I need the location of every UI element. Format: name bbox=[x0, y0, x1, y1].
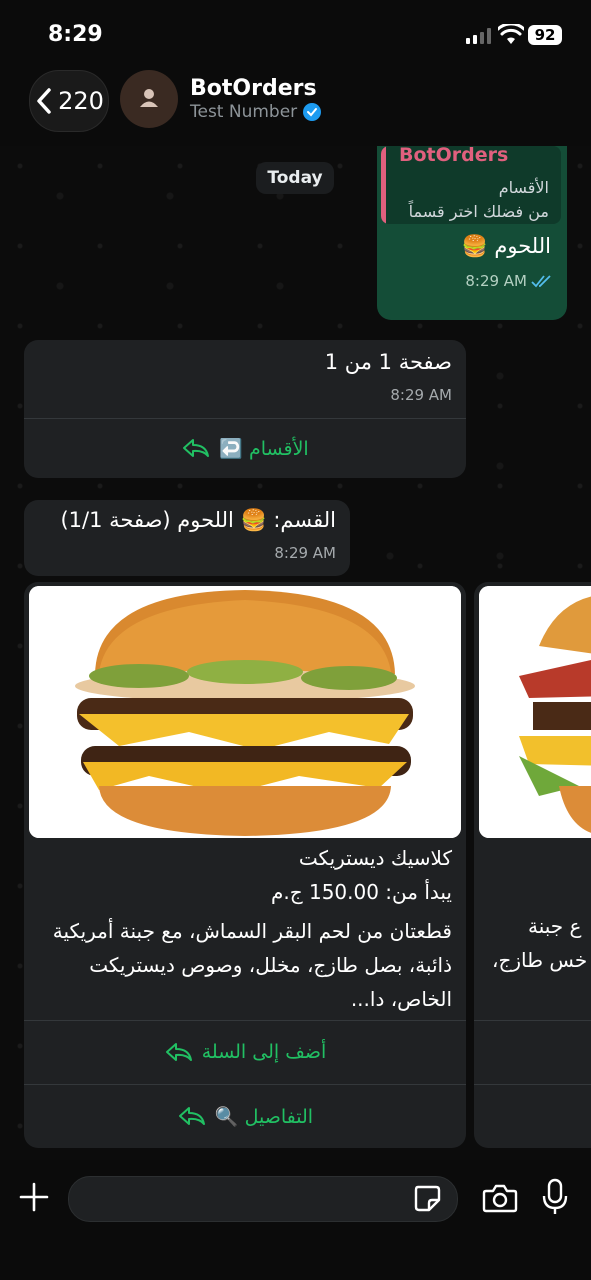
outgoing-message[interactable]: BotOrders الأقسام من فضلك اختر قسماً الل… bbox=[377, 146, 567, 320]
microphone-icon[interactable] bbox=[541, 1178, 569, 1216]
quote-bar bbox=[381, 146, 386, 224]
add-to-cart-button[interactable]: أضف إلى السلة bbox=[24, 1022, 466, 1082]
burger-image bbox=[479, 586, 591, 838]
product-card[interactable]: كلاسيك ديستريكت يبدأ من: 150.00 ج.م قطعت… bbox=[24, 582, 466, 1148]
verified-badge-icon bbox=[303, 103, 322, 121]
divider bbox=[24, 418, 466, 419]
chat-area[interactable]: BotOrders الأقسام من فضلك اختر قسماً الل… bbox=[0, 146, 591, 1160]
category-message[interactable]: القسم: 🍔 اللحوم (صفحة 1/1) 8:29 AM bbox=[24, 500, 350, 576]
product-description: قطعتان من لحم البقر السماش، مع جبنة أمري… bbox=[52, 919, 452, 1011]
divider bbox=[474, 1020, 591, 1021]
wifi-icon bbox=[498, 24, 524, 44]
divider bbox=[24, 1084, 466, 1085]
cellular-signal-icon bbox=[466, 28, 491, 44]
reply-arrow-icon bbox=[165, 1043, 192, 1061]
product-name: كلاسيك ديستريكت bbox=[298, 846, 452, 870]
date-chip: Today bbox=[256, 162, 334, 194]
double-check-read-icon bbox=[531, 275, 551, 288]
back-button[interactable]: 220 bbox=[29, 70, 109, 132]
reply-arrow-icon bbox=[183, 439, 210, 457]
quote-author: BotOrders bbox=[399, 146, 509, 166]
quote-title: الأقسام bbox=[498, 178, 549, 197]
contact-name[interactable]: BotOrders bbox=[190, 76, 317, 101]
next-card-line1: ع جبنة bbox=[528, 914, 582, 938]
chevron-left-icon bbox=[37, 88, 51, 114]
unread-count: 220 bbox=[58, 87, 104, 115]
next-card-line2: خس طازج، bbox=[492, 948, 588, 972]
product-image-next[interactable] bbox=[479, 586, 591, 838]
category-message-text: القسم: 🍔 اللحوم (صفحة 1/1) bbox=[60, 508, 336, 532]
battery-indicator: 92 bbox=[528, 25, 562, 45]
page-message[interactable]: صفحة 1 من 1 8:29 AM ↩️ الأقسام bbox=[24, 340, 466, 478]
categories-button[interactable]: ↩️ الأقسام bbox=[24, 420, 466, 476]
product-price: يبدأ من: 150.00 ج.م bbox=[270, 880, 452, 904]
quoted-reply[interactable]: BotOrders الأقسام من فضلك اختر قسماً bbox=[381, 146, 561, 224]
quote-text: من فضلك اختر قسماً bbox=[408, 202, 549, 221]
contact-subtitle-text: Test Number bbox=[190, 102, 298, 122]
outgoing-text: اللحوم 🍔 bbox=[461, 234, 551, 258]
add-to-cart-label: أضف إلى السلة bbox=[201, 1041, 327, 1063]
avatar[interactable] bbox=[120, 70, 178, 128]
divider bbox=[24, 1020, 466, 1021]
status-time: 8:29 bbox=[48, 22, 103, 47]
product-image[interactable] bbox=[29, 586, 461, 838]
burger-image bbox=[29, 586, 461, 838]
reply-arrow-icon bbox=[178, 1107, 205, 1125]
details-button[interactable]: 🔍 التفاصيل bbox=[24, 1086, 466, 1146]
details-label: 🔍 التفاصيل bbox=[214, 1105, 314, 1128]
camera-icon[interactable] bbox=[482, 1182, 518, 1214]
message-input[interactable] bbox=[68, 1176, 458, 1222]
categories-button-label: ↩️ الأقسام bbox=[219, 437, 309, 460]
product-card-next[interactable]: ع جبنة خس طازج، bbox=[474, 582, 591, 1148]
page-message-text: صفحة 1 من 1 bbox=[324, 350, 452, 374]
plus-icon[interactable] bbox=[18, 1181, 50, 1213]
person-icon bbox=[140, 89, 158, 107]
page-message-time: 8:29 AM bbox=[390, 386, 452, 404]
contact-subtitle: Test Number bbox=[190, 102, 322, 122]
divider bbox=[474, 1084, 591, 1085]
category-message-time: 8:29 AM bbox=[274, 544, 336, 562]
date-chip-label: Today bbox=[267, 168, 323, 188]
sticker-icon[interactable] bbox=[412, 1183, 442, 1213]
outgoing-meta: 8:29 AM bbox=[465, 272, 553, 290]
outgoing-time: 8:29 AM bbox=[465, 272, 527, 290]
